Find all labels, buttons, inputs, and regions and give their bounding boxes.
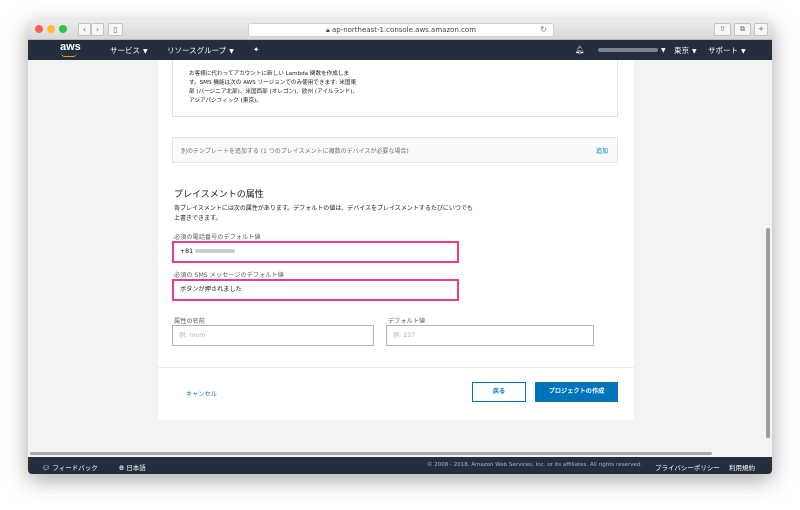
chevron-down-icon: ▼ (143, 48, 148, 55)
sms-default-label: 必須の SMS メッセージのデフォルト値 (174, 272, 284, 279)
main-content: お客様に代わってアカウントに新しい Lambda 関数を作成します。SMS 機能… (28, 60, 764, 457)
aws-top-nav: aws サービス ▼ リソースグループ ▼ ✦ 🔔︎ ▼ 東京 ▼ サポート ▼ (28, 40, 772, 60)
tabs-icon[interactable]: ⧉ (734, 23, 751, 36)
feedback-link[interactable]: 💬︎ フィードバック (42, 462, 98, 472)
language-selector[interactable]: 🌐︎ 日本語 (119, 462, 146, 473)
sidebar-icon[interactable]: ▯ (108, 23, 123, 36)
browser-window: ‹ › ▯ 🔒︎ ap-northeast-1.console.aws.amaz… (28, 20, 772, 474)
minimize-window-button[interactable] (47, 25, 55, 33)
lock-icon: 🔒︎ (325, 26, 330, 34)
close-window-button[interactable] (35, 25, 43, 33)
region-menu[interactable]: 東京 ▼ (674, 45, 697, 56)
services-label: サービス (110, 46, 140, 55)
chevron-down-icon: ▼ (741, 48, 746, 55)
template-info-box: お客様に代わってアカウントに新しい Lambda 関数を作成します。SMS 機能… (172, 60, 618, 117)
back-button[interactable]: 戻る (472, 382, 526, 402)
resource-groups-label: リソースグループ (167, 46, 227, 55)
placement-attributes-description: 各プレイスメントには次の属性があります。デフォルトの値は、デバイスをプレイスメン… (174, 205, 473, 222)
sms-default-value: ボタンが押されました (180, 286, 242, 293)
chevron-down-icon: ▼ (661, 47, 666, 54)
placement-attributes-heading: プレイスメントの属性 (174, 190, 264, 200)
chevron-right-icon[interactable]: › (91, 23, 104, 36)
share-icon[interactable]: ⇧ (714, 23, 731, 36)
add-template-link[interactable]: 追加 (596, 146, 608, 155)
aws-logo[interactable]: aws (60, 41, 81, 53)
attribute-name-placeholder: 例: room (179, 332, 206, 339)
horizontal-scrollbar[interactable] (30, 452, 712, 455)
phone-default-label: 必須の電話番号のデフォルト値 (174, 234, 261, 241)
url-bar[interactable]: 🔒︎ ap-northeast-1.console.aws.amazon.com… (248, 23, 554, 37)
resource-groups-menu[interactable]: リソースグループ ▼ (167, 45, 234, 56)
phone-default-input[interactable]: +81 (172, 241, 459, 263)
chevron-down-icon: ▼ (229, 48, 234, 55)
chevron-left-icon[interactable]: ‹ (78, 23, 91, 36)
account-menu[interactable]: ▼ (598, 45, 666, 54)
sms-default-input[interactable]: ボタンが押されました (172, 279, 459, 301)
terms-link[interactable]: 利用規約 (729, 462, 755, 472)
speech-bubble-icon: 💬︎ (42, 464, 51, 472)
language-label: 日本語 (126, 464, 146, 472)
project-form-panel: お客様に代わってアカウントに新しい Lambda 関数を作成します。SMS 機能… (158, 60, 634, 367)
phone-number-redacted (195, 249, 236, 253)
attribute-name-label: 属性の名前 (174, 318, 205, 325)
account-name-redacted (598, 48, 658, 52)
add-template-row: 別のテンプレートを追加する (1 つのプレイスメントに複数のデバイスが必要な場合… (172, 137, 618, 163)
feedback-label: フィードバック (52, 464, 98, 472)
bell-icon[interactable]: 🔔︎ (575, 45, 585, 54)
copyright-text: © 2008 - 2018, Amazon Web Services, Inc.… (427, 462, 642, 468)
new-tab-icon[interactable]: + (754, 23, 768, 36)
support-menu[interactable]: サポート ▼ (708, 45, 746, 56)
vertical-scrollbar-thumb[interactable] (766, 228, 770, 438)
form-actions-bar: キャンセル 戻る プロジェクトの作成 (158, 367, 634, 420)
chevron-down-icon: ▼ (692, 48, 697, 55)
default-value-placeholder: 例: 237 (393, 332, 416, 339)
privacy-policy-link[interactable]: プライバシーポリシー (655, 462, 720, 472)
attribute-name-input[interactable]: 例: room (172, 325, 374, 346)
template-info-text: お客様に代わってアカウントに新しい Lambda 関数を作成します。SMS 機能… (189, 71, 359, 104)
services-menu[interactable]: サービス ▼ (110, 45, 148, 56)
aws-footer: 💬︎ フィードバック 🌐︎ 日本語 © 2008 - 2018, Amazon … (28, 457, 772, 474)
globe-icon: 🌐︎ (119, 464, 125, 472)
create-project-button[interactable]: プロジェクトの作成 (535, 382, 618, 402)
url-text: ap-northeast-1.console.aws.amazon.com (331, 26, 477, 34)
default-value-label: デフォルト値 (388, 318, 426, 325)
add-template-text: 別のテンプレートを追加する (1 つのプレイスメントに複数のデバイスが必要な場合… (181, 148, 409, 155)
default-value-input[interactable]: 例: 237 (386, 325, 594, 346)
region-label: 東京 (674, 46, 689, 55)
phone-default-value: +81 (180, 248, 194, 255)
browser-toolbar: ‹ › ▯ 🔒︎ ap-northeast-1.console.aws.amaz… (28, 20, 772, 40)
reload-icon[interactable]: ↻ (540, 24, 547, 36)
aws-logo-smile (61, 53, 77, 57)
support-label: サポート (708, 46, 738, 55)
zoom-window-button[interactable] (59, 25, 67, 33)
pin-icon[interactable]: ✦ (253, 45, 259, 54)
cancel-link[interactable]: キャンセル (186, 389, 217, 398)
